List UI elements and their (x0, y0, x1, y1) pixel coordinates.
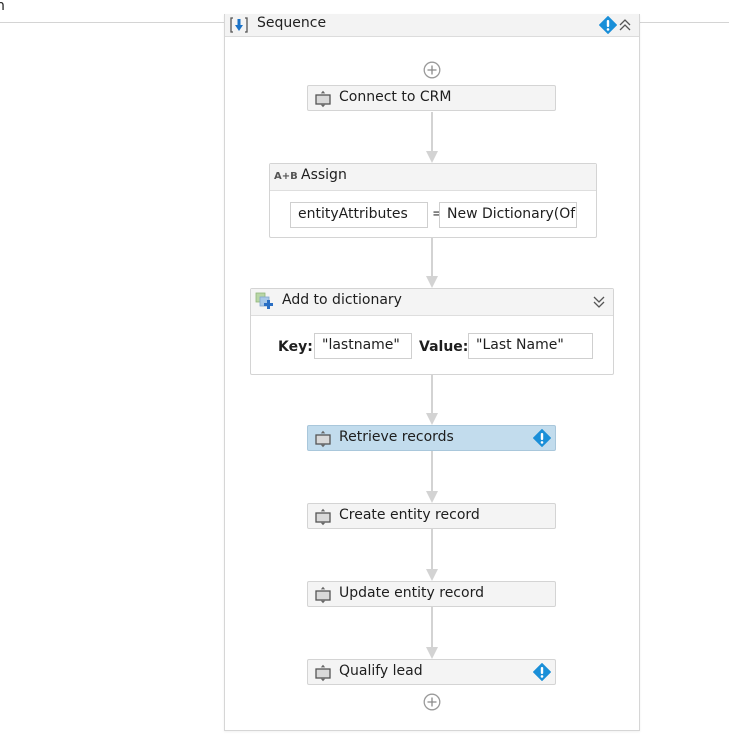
activity-icon (314, 430, 332, 448)
activity-update-entity-record[interactable]: Update entity record (307, 581, 556, 607)
activity-icon (314, 664, 332, 682)
key-label: Key: (278, 339, 313, 355)
activity-qualify-lead[interactable]: Qualify lead (307, 659, 556, 685)
add-activity-top-button[interactable] (423, 61, 441, 79)
dictionary-icon (255, 292, 273, 309)
activity-label: Connect to CRM (339, 89, 452, 105)
key-field[interactable]: "lastname" (314, 333, 412, 359)
collapse-icon[interactable] (617, 16, 633, 34)
activity-retrieve-records[interactable]: Retrieve records (307, 425, 556, 451)
assign-label: Assign (301, 167, 347, 183)
expand-icon[interactable] (591, 293, 607, 311)
connector-arrow (426, 529, 438, 581)
connector-arrow (426, 451, 438, 503)
activity-label: Retrieve records (339, 429, 454, 445)
activity-icon (314, 90, 332, 108)
activity-label: Create entity record (339, 507, 480, 523)
activity-label: Update entity record (339, 585, 484, 601)
activity-icon (314, 586, 332, 604)
add-dictionary-header[interactable]: Add to dictionary (251, 289, 613, 316)
sequence-container: Sequence Connect to CRM A+B Assign entit… (224, 14, 640, 731)
activity-label: Qualify lead (339, 663, 423, 679)
top-bar-text: n (0, 0, 5, 14)
activity-icon (314, 508, 332, 526)
activity-connect-to-crm[interactable]: Connect to CRM (307, 85, 556, 111)
assign-value-field[interactable]: New Dictionary(Of (439, 202, 577, 228)
assign-header[interactable]: A+B Assign (270, 164, 596, 191)
connector-arrow (426, 112, 438, 163)
assign-icon: A+B (274, 171, 298, 182)
sequence-title: Sequence (257, 15, 327, 31)
sequence-header[interactable]: Sequence (225, 14, 639, 37)
warning-icon[interactable] (533, 663, 551, 681)
activity-add-to-dictionary[interactable]: Add to dictionary Key: "lastname" Value:… (250, 288, 614, 375)
value-label: Value: (419, 339, 469, 355)
assign-to-field[interactable]: entityAttributes (290, 202, 428, 228)
warning-icon[interactable] (599, 16, 617, 34)
sequence-icon (230, 17, 248, 33)
add-dictionary-label: Add to dictionary (282, 292, 402, 308)
activity-assign[interactable]: A+B Assign entityAttributes = New Dictio… (269, 163, 597, 238)
value-field[interactable]: "Last Name" (468, 333, 593, 359)
add-activity-bottom-button[interactable] (423, 693, 441, 711)
warning-icon[interactable] (533, 429, 551, 447)
activity-create-entity-record[interactable]: Create entity record (307, 503, 556, 529)
connector-arrow (426, 375, 438, 425)
connector-arrow (426, 238, 438, 288)
connector-arrow (426, 607, 438, 659)
